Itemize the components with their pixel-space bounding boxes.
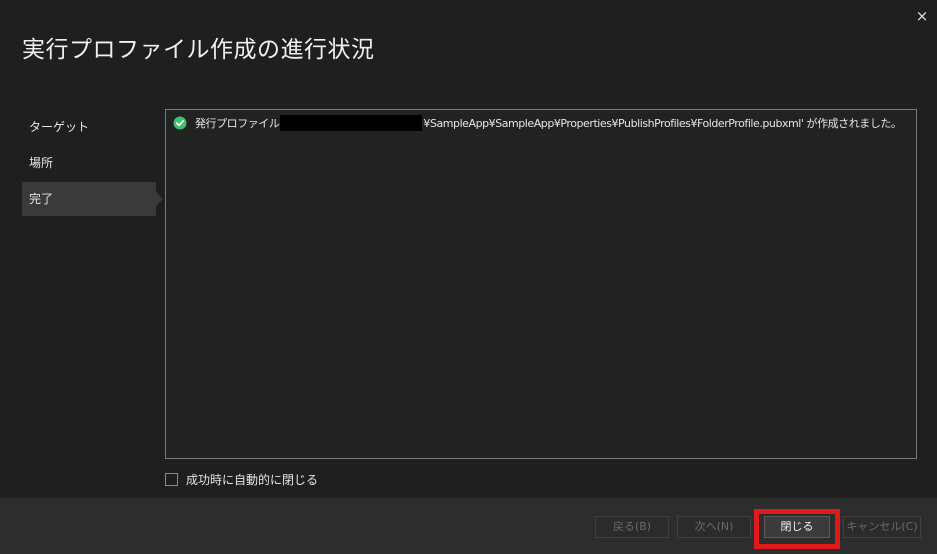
next-button[interactable]: 次へ(N) bbox=[677, 516, 751, 538]
log-suffix: ¥SampleApp¥SampleApp¥Properties¥PublishP… bbox=[423, 117, 902, 130]
dialog-title: 実行プロファイル作成の進行状況 bbox=[22, 37, 375, 63]
success-check-icon bbox=[173, 116, 187, 130]
step-finish[interactable]: 完了 bbox=[22, 182, 163, 216]
auto-close-option[interactable]: 成功時に自動的に閉じる bbox=[165, 471, 318, 488]
wizard-steps: ターゲット 場所 完了 bbox=[22, 110, 163, 218]
redacted-path bbox=[280, 115, 423, 131]
close-button[interactable]: 閉じる bbox=[764, 516, 830, 538]
step-location[interactable]: 場所 bbox=[22, 146, 156, 180]
log-prefix: 発行プロファイル bbox=[195, 117, 280, 130]
auto-close-checkbox[interactable] bbox=[165, 473, 178, 486]
step-target[interactable]: ターゲット bbox=[22, 110, 156, 144]
log-line: 発行プロファイル ¥SampleApp¥SampleApp¥Properties… bbox=[173, 115, 902, 131]
back-button[interactable]: 戻る(B) bbox=[595, 516, 669, 538]
footer-bar: 戻る(B) 次へ(N) 閉じる キャンセル(C) bbox=[0, 498, 937, 554]
cancel-button[interactable]: キャンセル(C) bbox=[843, 516, 921, 538]
output-log-panel: 発行プロファイル ¥SampleApp¥SampleApp¥Properties… bbox=[165, 109, 917, 459]
close-icon[interactable]: × bbox=[914, 8, 930, 24]
auto-close-label: 成功時に自動的に閉じる bbox=[186, 473, 319, 487]
